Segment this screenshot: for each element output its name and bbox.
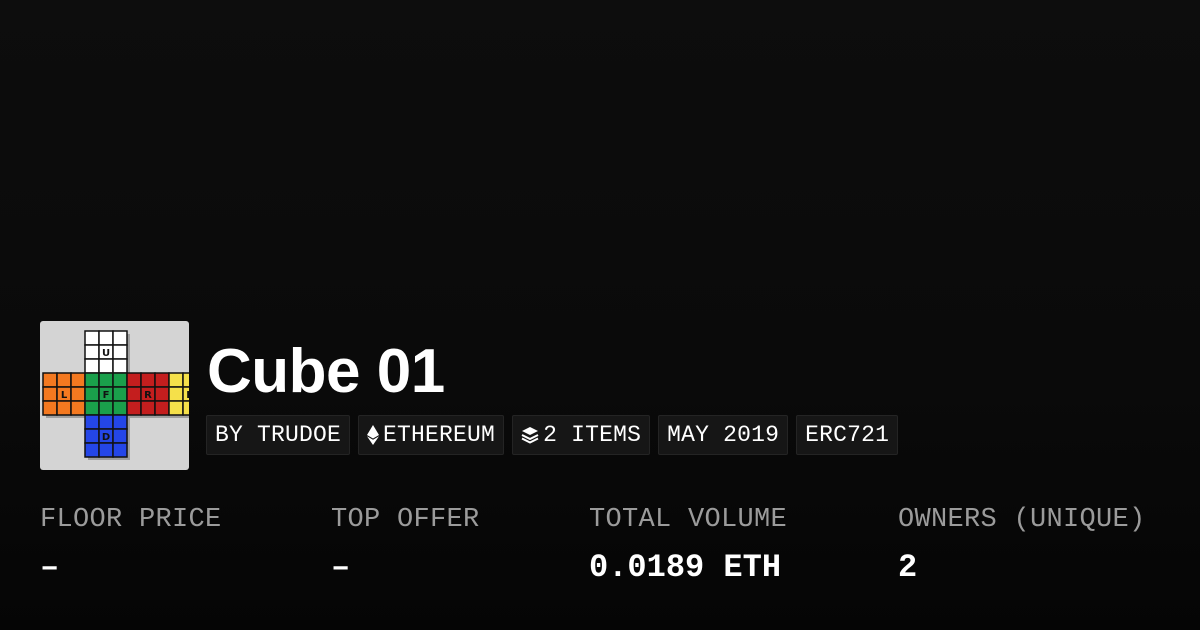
stat-total-volume: TOTAL VOLUME 0.0189 ETH xyxy=(589,500,787,590)
stat-owners-value: 2 xyxy=(898,549,918,586)
stat-total-volume-value: 0.0189 ETH xyxy=(589,549,782,586)
collection-thumbnail: U L F R B D xyxy=(40,321,189,470)
chain-tag-label: ETHEREUM xyxy=(383,422,496,448)
cube-face-letter-f: F xyxy=(103,390,110,401)
stat-floor-price-label: FLOOR PRICE xyxy=(40,505,222,535)
created-date-tag[interactable]: MAY 2019 xyxy=(658,415,789,455)
stat-top-offer-value: – xyxy=(331,549,351,586)
stat-top-offer: TOP OFFER – xyxy=(331,500,480,590)
collection-title: Cube 01 xyxy=(207,337,445,406)
stat-floor-price: FLOOR PRICE – xyxy=(40,500,222,590)
rubiks-cube-net-icon: U L F R B D xyxy=(42,330,189,460)
ethereum-icon xyxy=(367,425,380,445)
stat-floor-price-value: – xyxy=(40,549,60,586)
created-date-tag-label: MAY 2019 xyxy=(667,422,780,448)
collection-tags: BY TRUDOE ETHEREUM 2 ITEMS MAY 2019 ERC7… xyxy=(206,415,899,455)
cube-face-letter-r: R xyxy=(144,390,152,401)
chain-tag[interactable]: ETHEREUM xyxy=(358,415,505,455)
layers-icon xyxy=(521,426,539,444)
collection-share-card: U L F R B D Cube 01 BY TRUDOE ETHEREUM xyxy=(0,0,1200,630)
cube-face-letter-u: U xyxy=(102,348,110,359)
items-count-tag-label: 2 ITEMS xyxy=(543,422,642,448)
items-count-tag[interactable]: 2 ITEMS xyxy=(512,415,651,455)
creator-tag[interactable]: BY TRUDOE xyxy=(206,415,351,455)
stat-owners: OWNERS (UNIQUE) 2 xyxy=(898,500,1146,590)
token-standard-tag-label: ERC721 xyxy=(805,422,890,448)
stat-total-volume-label: TOTAL VOLUME xyxy=(589,505,788,535)
cube-face-letter-d: D xyxy=(102,432,110,443)
stat-top-offer-label: TOP OFFER xyxy=(331,505,480,535)
stat-owners-label: OWNERS (UNIQUE) xyxy=(898,505,1146,535)
token-standard-tag[interactable]: ERC721 xyxy=(796,415,899,455)
cube-face-letter-l: L xyxy=(61,390,68,401)
collection-stats: FLOOR PRICE – TOP OFFER – TOTAL VOLUME 0… xyxy=(0,500,1200,600)
creator-tag-label: BY TRUDOE xyxy=(215,422,342,448)
cube-face-letter-b: B xyxy=(186,390,189,401)
